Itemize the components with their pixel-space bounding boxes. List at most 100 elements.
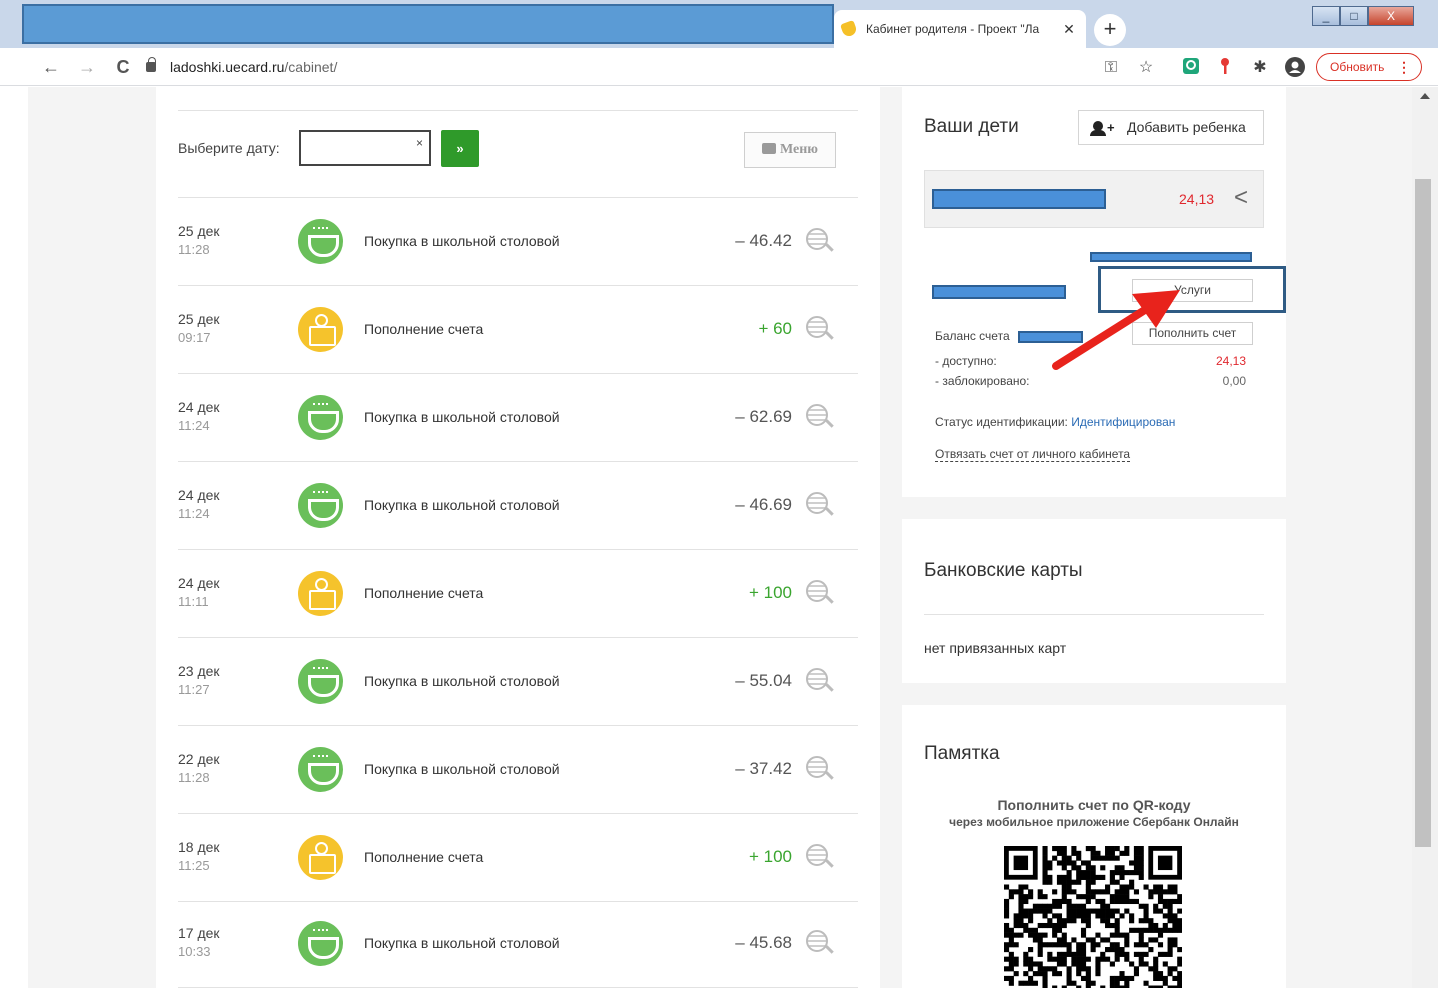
minimize-button[interactable]: _ [1312, 6, 1340, 26]
clear-date-icon[interactable]: × [416, 136, 423, 150]
transaction-row[interactable]: 18 дек 11:25 Пополнение счета + 100 [178, 814, 858, 902]
transaction-description: Пополнение счета [364, 585, 484, 601]
wallet-coin-icon [298, 571, 343, 616]
url-host: ladoshki.uecard.ru [170, 59, 285, 75]
transaction-amount: + 60 [758, 319, 792, 338]
extension-red-key-icon[interactable] [1214, 57, 1236, 79]
bank-cards-title: Банковские карты [924, 560, 1083, 581]
receipt-magnifier-icon[interactable] [806, 228, 834, 254]
date-input[interactable]: × [299, 130, 431, 166]
child-balance: 24,13 [1179, 191, 1215, 207]
transaction-date: 22 дек [178, 751, 220, 767]
url-path: /cabinet/ [284, 59, 338, 75]
back-button[interactable]: ← [38, 54, 64, 80]
transaction-description: Покупка в школьной столовой [364, 233, 560, 249]
identification-status: Статус идентификации: Идентифицирован [935, 415, 1175, 429]
food-bowl-icon [298, 219, 343, 264]
plus-icon: + [1107, 120, 1115, 135]
extension-green-icon[interactable] [1180, 57, 1202, 79]
no-cards-text: нет привязанных карт [924, 640, 1067, 656]
available-label: - доступно: [935, 354, 997, 368]
transaction-row[interactable]: 23 дек 11:27 Покупка в школьной столовой… [178, 638, 858, 726]
chevron-left-icon[interactable]: < [1234, 186, 1248, 210]
maximize-button[interactable]: □ [1340, 6, 1368, 26]
wallet-coin-icon [298, 835, 343, 880]
transaction-time: 11:28 [178, 242, 210, 257]
date-label: Выберите дату: [178, 140, 280, 156]
redacted-child-name [932, 189, 1106, 209]
memo-title: Памятка [924, 743, 1000, 764]
transaction-time: 11:27 [178, 682, 210, 697]
qr-subheading: через мобильное приложение Сбербанк Онла… [949, 815, 1239, 829]
update-browser-button[interactable]: Обновить ⋮ [1316, 53, 1422, 81]
receipt-magnifier-icon[interactable] [806, 930, 834, 956]
transaction-row[interactable]: 24 дек 11:11 Пополнение счета + 100 [178, 550, 858, 638]
new-tab-button[interactable]: + [1094, 14, 1126, 46]
balance-label: Баланс счета [935, 329, 1010, 343]
receipt-magnifier-icon[interactable] [806, 316, 834, 342]
transaction-row[interactable]: 25 дек 11:28 Покупка в школьной столовой… [178, 198, 858, 286]
tab-title: Кабинет родителя - Проект "Ла [866, 22, 1040, 36]
tab-close-icon[interactable]: ✕ [1060, 21, 1078, 38]
receipt-magnifier-icon[interactable] [806, 580, 834, 606]
transaction-time: 11:11 [178, 594, 209, 609]
kids-title: Ваши дети [924, 116, 1019, 137]
close-window-button[interactable]: X [1368, 6, 1414, 26]
qr-heading: Пополнить счет по QR-коду [997, 797, 1191, 813]
browser-menu-icon[interactable]: ⋮ [1397, 54, 1411, 80]
extensions-puzzle-icon[interactable]: ✱ [1249, 57, 1271, 79]
transaction-time: 11:24 [178, 506, 210, 521]
receipt-magnifier-icon[interactable] [806, 844, 834, 870]
transaction-time: 09:17 [178, 330, 211, 345]
transaction-amount: + 100 [748, 847, 792, 866]
transaction-time: 11:28 [178, 770, 210, 785]
status-value: Идентифицирован [1071, 415, 1176, 429]
scrollbar-thumb[interactable] [1415, 179, 1431, 847]
transaction-row[interactable]: 25 дек 09:17 Пополнение счета + 60 [178, 286, 858, 374]
bookmark-star-icon[interactable]: ☆ [1135, 57, 1157, 79]
reload-button[interactable]: C [110, 54, 136, 80]
transaction-description: Покупка в школьной столовой [364, 761, 560, 777]
transaction-description: Покупка в школьной столовой [364, 673, 560, 689]
redacted-area [22, 4, 834, 44]
food-bowl-icon [298, 921, 343, 966]
transaction-description: Пополнение счета [364, 849, 484, 865]
transaction-row[interactable]: 17 дек 10:33 Покупка в школьной столовой… [178, 900, 858, 988]
profile-avatar-icon[interactable] [1284, 57, 1306, 79]
transaction-row[interactable]: 22 дек 11:28 Покупка в школьной столовой… [178, 726, 858, 814]
receipt-magnifier-icon[interactable] [806, 668, 834, 694]
scroll-up-arrow-icon[interactable] [1420, 93, 1430, 99]
transaction-amount: – 46.69 [735, 495, 792, 514]
unlink-account-link[interactable]: Отвязать счет от личного кабинета [935, 447, 1131, 462]
transaction-row[interactable]: 24 дек 11:24 Покупка в школьной столовой… [178, 374, 858, 462]
key-icon[interactable]: ⚿ [1100, 57, 1122, 79]
transaction-row[interactable]: 24 дек 11:24 Покупка в школьной столовой… [178, 462, 858, 550]
receipt-magnifier-icon[interactable] [806, 404, 834, 430]
transaction-date: 24 дек [178, 575, 220, 591]
menu-button[interactable]: Меню [744, 132, 836, 168]
vertical-scrollbar[interactable] [1412, 87, 1438, 988]
food-bowl-icon [298, 483, 343, 528]
food-bowl-icon [298, 747, 343, 792]
transaction-date: 25 дек [178, 223, 220, 239]
lock-icon [146, 57, 156, 72]
transaction-date: 25 дек [178, 311, 220, 327]
transaction-date: 24 дек [178, 487, 220, 503]
annotation-arrow-icon [1052, 290, 1180, 370]
receipt-magnifier-icon[interactable] [806, 492, 834, 518]
food-bowl-icon [298, 659, 343, 704]
apply-date-button[interactable]: » [441, 130, 479, 167]
transaction-amount: – 55.04 [735, 671, 792, 690]
transaction-time: 10:33 [178, 944, 211, 959]
update-label: Обновить [1330, 60, 1385, 74]
address-bar: ← → C ladoshki.uecard.ru/cabinet/ ⚿ ☆ ✱ … [0, 48, 1438, 86]
transaction-time: 11:25 [178, 858, 210, 873]
transaction-date: 17 дек [178, 925, 220, 941]
forward-button[interactable]: → [74, 54, 100, 80]
menu-label: Меню [779, 142, 818, 157]
transaction-description: Покупка в школьной столовой [364, 497, 560, 513]
printer-icon [761, 143, 776, 154]
receipt-magnifier-icon[interactable] [806, 756, 834, 782]
add-child-button[interactable]: + Добавить ребенка [1078, 110, 1264, 145]
browser-tab[interactable]: Кабинет родителя - Проект "Ла ✕ [834, 10, 1086, 48]
